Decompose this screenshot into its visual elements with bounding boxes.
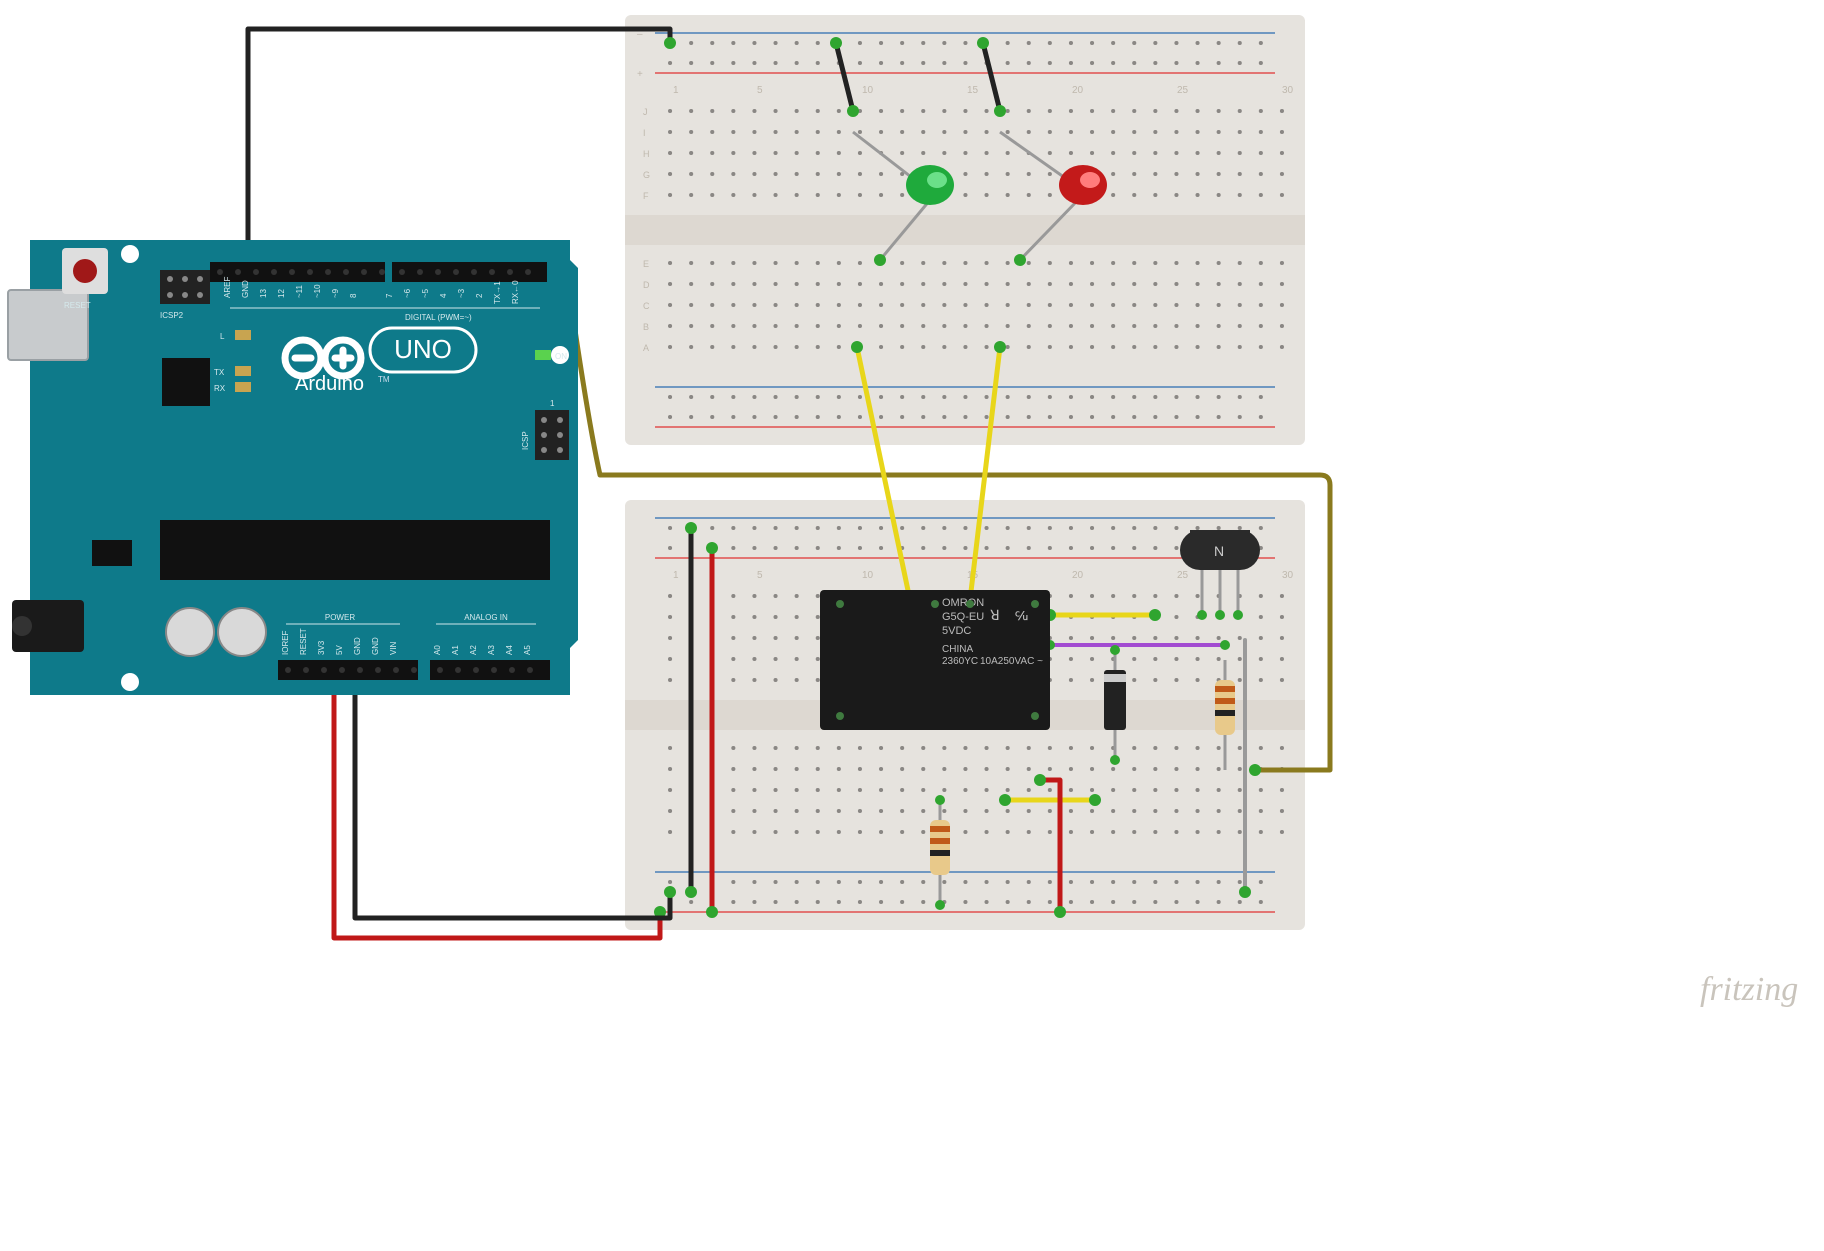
svg-text:5: 5 — [757, 570, 763, 581]
svg-text:A1: A1 — [451, 645, 460, 655]
arduino-uno: RESET ICSP2 AREF GND 13 12 — [8, 240, 578, 695]
svg-text:D: D — [643, 280, 650, 290]
svg-text:~11: ~11 — [295, 284, 304, 298]
svg-text:B: B — [643, 322, 649, 332]
svg-text:~5: ~5 — [421, 288, 430, 298]
svg-text:J: J — [643, 107, 648, 117]
svg-text:A4: A4 — [505, 645, 514, 655]
col-label: 1 — [673, 85, 679, 96]
svg-text:RESET: RESET — [299, 628, 308, 655]
svg-text:VIN: VIN — [389, 641, 398, 655]
svg-text:A0: A0 — [433, 645, 442, 655]
svg-text:2360YC: 2360YC — [942, 656, 978, 667]
svg-text:~6: ~6 — [403, 288, 412, 298]
board-brand: Arduino — [295, 373, 364, 395]
relay: OMRON G5Q-EU 5VDC ꓤ ℆ CHINA 2360YC 10A25… — [820, 590, 1050, 730]
svg-text:25: 25 — [1177, 570, 1189, 581]
svg-text:10: 10 — [862, 570, 874, 581]
svg-text:TM: TM — [378, 375, 390, 384]
svg-text:~9: ~9 — [331, 288, 340, 298]
power-label: POWER — [325, 613, 355, 622]
analog-label: ANALOG IN — [464, 613, 508, 622]
svg-text:3V3: 3V3 — [317, 640, 326, 655]
wire-gnd-digital — [248, 29, 670, 270]
svg-text:12: 12 — [277, 289, 286, 298]
relay-voltage: 5VDC — [942, 625, 971, 637]
svg-text:TX: TX — [214, 368, 225, 377]
relay-model: G5Q-EU — [942, 611, 984, 623]
svg-text:ON: ON — [555, 352, 567, 361]
svg-text:30: 30 — [1282, 570, 1294, 581]
col-label: 25 — [1177, 85, 1189, 96]
svg-text:4: 4 — [439, 293, 448, 298]
col-label: 20 — [1072, 85, 1084, 96]
col-label: 30 — [1282, 85, 1294, 96]
svg-text:RX←0: RX←0 — [511, 280, 520, 304]
svg-text:AREF: AREF — [223, 277, 232, 298]
wire-5v — [334, 668, 660, 938]
svg-text:G: G — [643, 170, 650, 180]
svg-text:TX→1: TX→1 — [493, 281, 502, 304]
svg-text:5V: 5V — [335, 645, 344, 655]
svg-text:ꓤ: ꓤ — [990, 607, 1000, 623]
svg-text:20: 20 — [1072, 570, 1084, 581]
board-name: UNO — [394, 334, 452, 364]
circuit-diagram: – + 1 5 10 15 20 25 — [0, 0, 1824, 1251]
watermark: fritzing — [1700, 971, 1798, 1008]
digital-label: DIGITAL (PWM=~) — [405, 313, 472, 322]
svg-text:F: F — [643, 191, 649, 201]
reset-label: RESET — [64, 301, 91, 310]
svg-text:A3: A3 — [487, 645, 496, 655]
svg-text:1: 1 — [673, 570, 679, 581]
svg-text:GND: GND — [241, 280, 250, 298]
svg-text:E: E — [643, 259, 649, 269]
svg-text:7: 7 — [385, 293, 394, 298]
rail-plus-label: + — [637, 69, 643, 80]
breadboard-top: – + 1 5 10 15 20 25 — [625, 15, 1305, 445]
svg-text:~3: ~3 — [457, 288, 466, 298]
col-label: 10 — [862, 85, 874, 96]
col-label: 15 — [967, 85, 979, 96]
relay-rating: 10A250VAC ~ — [980, 656, 1043, 667]
svg-text:℆: ℆ — [1015, 609, 1028, 623]
icsp2-label: ICSP2 — [160, 311, 184, 320]
svg-text:I: I — [643, 128, 646, 138]
svg-text:2: 2 — [475, 293, 484, 298]
svg-text:IOREF: IOREF — [281, 630, 290, 655]
relay-brand: OMRON — [942, 597, 984, 609]
col-label: 5 — [757, 85, 763, 96]
svg-text:GND: GND — [371, 637, 380, 655]
svg-text:A2: A2 — [469, 645, 478, 655]
svg-text:13: 13 — [259, 289, 268, 298]
svg-text:RX: RX — [214, 384, 226, 393]
transistor-mark: N — [1214, 543, 1224, 559]
svg-text:CHINA: CHINA — [942, 644, 973, 655]
icsp-label: ICSP — [521, 431, 530, 450]
svg-text:~10: ~10 — [313, 284, 322, 298]
svg-text:C: C — [643, 301, 650, 311]
svg-text:L: L — [220, 332, 225, 341]
svg-text:1: 1 — [550, 399, 555, 408]
svg-text:8: 8 — [349, 293, 358, 298]
svg-text:H: H — [643, 149, 650, 159]
svg-text:A5: A5 — [523, 645, 532, 655]
wire-gnd-power — [355, 668, 670, 918]
svg-text:GND: GND — [353, 637, 362, 655]
svg-text:A: A — [643, 343, 649, 353]
